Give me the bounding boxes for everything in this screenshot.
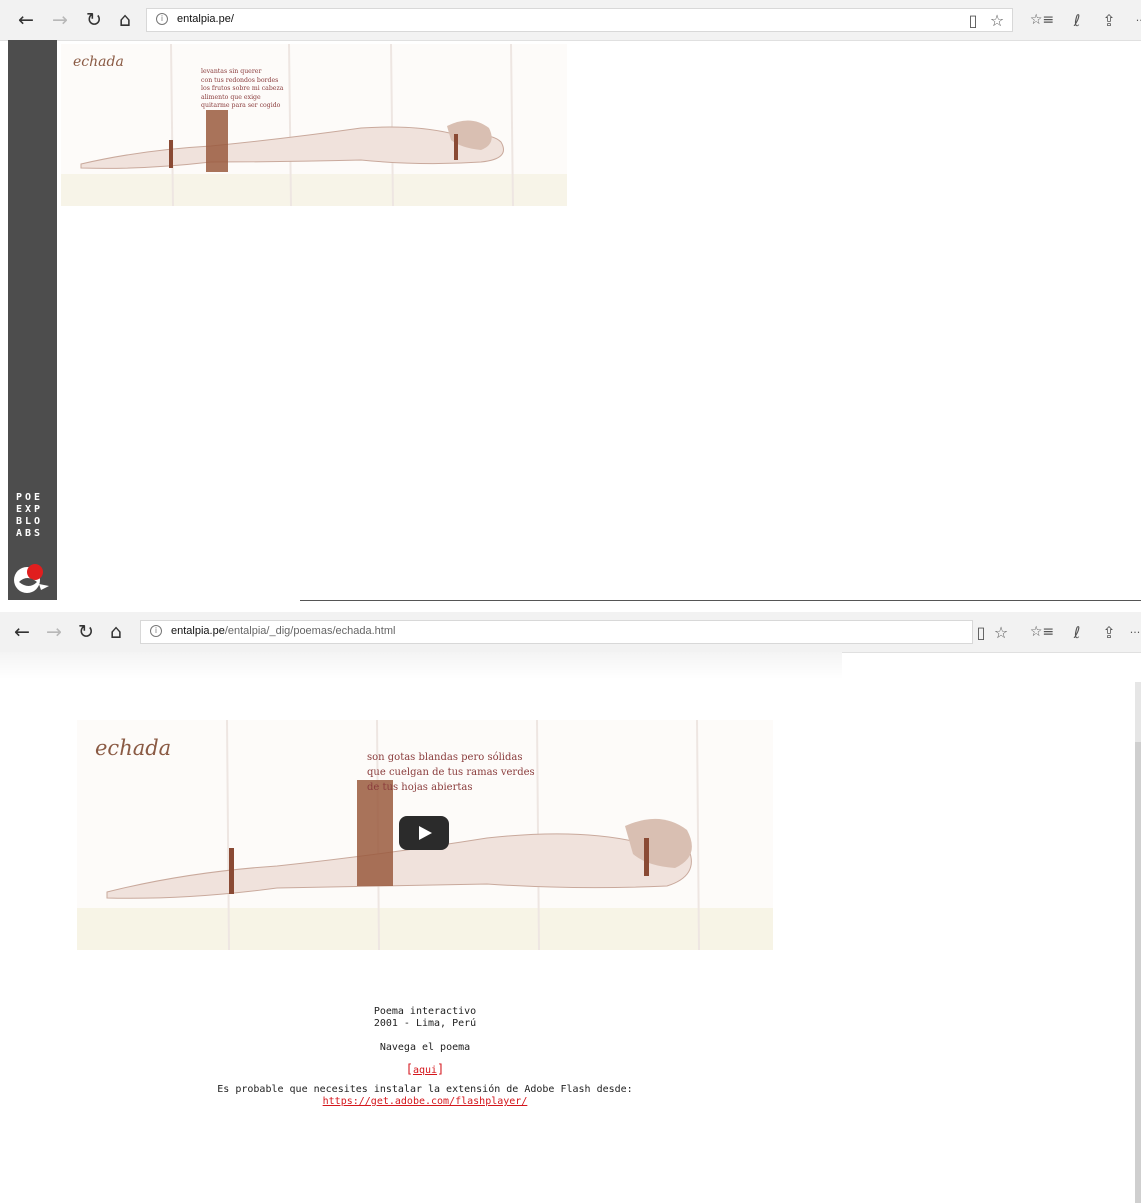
- favorites-hub-icon: ☆≡: [1029, 12, 1055, 28]
- flash-download-link[interactable]: https://get.adobe.com/flashplayer/: [323, 1096, 528, 1107]
- browser-window-bottom: ← → ↻ ⌂ i entalpia.pe/entalpia/_dig/poem…: [0, 612, 1141, 1203]
- site-info-icon[interactable]: i: [156, 13, 168, 25]
- web-note-button[interactable]: ℓ: [1066, 621, 1088, 643]
- banner-title: echada: [95, 736, 172, 760]
- wordmark-line: ABS: [16, 528, 44, 539]
- poem-line: con tus redondos bordes: [201, 76, 279, 84]
- reading-view-button[interactable]: ▯: [962, 9, 984, 31]
- reading-view-button[interactable]: ▯: [970, 621, 992, 643]
- poem-banner-video[interactable]: echada son gotas blandas pero sólidas qu…: [77, 720, 773, 950]
- screenshot-divider: [0, 600, 1141, 612]
- poem-line: alimento que exige: [201, 93, 261, 101]
- poem-line: son gotas blandas pero sólidas: [367, 752, 523, 763]
- wordmark-line: EXP: [16, 504, 44, 515]
- url-host: entalpia.pe/: [177, 13, 234, 25]
- wordmark-line: BLO: [16, 516, 44, 527]
- more-button[interactable]: ···: [1130, 9, 1141, 31]
- share-icon: ⇪: [1102, 10, 1116, 30]
- pen-icon: ℓ: [1073, 622, 1081, 642]
- poem-line: quitarme para ser cogido: [201, 102, 281, 110]
- star-icon: ☆: [989, 10, 1005, 30]
- back-arrow-icon: ←: [18, 9, 34, 31]
- refresh-icon: ↻: [86, 9, 102, 31]
- address-bar[interactable]: i entalpia.pe/: [146, 8, 1013, 32]
- address-url[interactable]: entalpia.pe/entalpia/_dig/poemas/echada.…: [171, 625, 395, 637]
- bracket-close: ]: [437, 1062, 445, 1076]
- more-icon: ···: [1129, 625, 1141, 639]
- favorites-hub-button[interactable]: ☆≡: [1028, 9, 1056, 31]
- share-button[interactable]: ⇪: [1098, 9, 1120, 31]
- reading-view-icon: ▯: [976, 622, 986, 642]
- forward-arrow-icon: →: [46, 621, 62, 643]
- play-button[interactable]: [399, 816, 449, 850]
- poem-info: Poema interactivo 2001 - Lima, Perú: [0, 1006, 850, 1030]
- url-path: /entalpia/_dig/poemas/echada.html: [224, 625, 396, 637]
- browser-toolbar: ← → ↻ ⌂ i entalpia.pe/ ▯ ☆ ☆≡ ℓ ⇪ ···: [0, 0, 1141, 41]
- here-link-row: [aqui]: [0, 1063, 850, 1077]
- info-line-date: 2001 - Lima, Perú: [373, 1018, 477, 1029]
- back-button[interactable]: ←: [12, 6, 40, 34]
- favorite-button[interactable]: ☆: [986, 9, 1008, 31]
- navigate-label: Navega el poema: [379, 1042, 471, 1053]
- poem-line: que cuelgan de tus ramas verdes: [367, 767, 535, 778]
- address-url[interactable]: entalpia.pe/: [177, 13, 234, 25]
- favorites-hub-icon: ☆≡: [1029, 624, 1055, 640]
- refresh-button[interactable]: ↻: [72, 618, 100, 646]
- info-line-title: Poema interactivo: [373, 1006, 477, 1017]
- home-icon: ⌂: [109, 621, 123, 643]
- refresh-icon: ↻: [78, 621, 94, 643]
- more-icon: ···: [1135, 13, 1141, 27]
- site-logo-icon[interactable]: [11, 560, 51, 596]
- back-button[interactable]: ←: [8, 618, 36, 646]
- reclining-figure-illustration: [61, 44, 567, 206]
- flash-note: Es probable que necesites instalar la ex…: [0, 1084, 850, 1108]
- forward-arrow-icon: →: [52, 9, 68, 31]
- site-info-icon[interactable]: i: [150, 625, 162, 637]
- browser-toolbar: ← → ↻ ⌂ i entalpia.pe/entalpia/_dig/poem…: [0, 612, 1141, 653]
- web-note-button[interactable]: ℓ: [1066, 9, 1088, 31]
- url-host: entalpia.pe: [171, 625, 225, 637]
- bracket-open: [: [405, 1062, 413, 1076]
- banner-title: echada: [73, 54, 124, 70]
- site-wordmark[interactable]: POE EXP BLO ABS: [16, 492, 56, 540]
- back-arrow-icon: ←: [14, 621, 30, 643]
- wordmark-line: POE: [16, 492, 44, 503]
- pen-icon: ℓ: [1073, 10, 1081, 30]
- here-link[interactable]: aqui: [413, 1065, 437, 1076]
- reading-view-icon: ▯: [968, 10, 978, 30]
- poem-line: de tus hojas abiertas: [367, 782, 473, 793]
- home-icon: ⌂: [118, 9, 132, 31]
- forward-button[interactable]: →: [40, 618, 68, 646]
- scrollbar-thumb[interactable]: [1135, 742, 1141, 1203]
- home-button[interactable]: ⌂: [111, 6, 139, 34]
- share-icon: ⇪: [1102, 622, 1116, 642]
- page-header-shade: [0, 652, 842, 679]
- forward-button[interactable]: →: [46, 6, 74, 34]
- poem-text: son gotas blandas pero sólidas que cuelg…: [367, 750, 535, 795]
- flash-note-text: Es probable que necesites instalar la ex…: [217, 1084, 633, 1095]
- share-button[interactable]: ⇪: [1098, 621, 1120, 643]
- favorites-hub-button[interactable]: ☆≡: [1028, 621, 1056, 643]
- sidebar: POE EXP BLO ABS: [8, 40, 57, 600]
- poem-banner-image[interactable]: echada levantas sin querer con tus redon…: [61, 44, 567, 206]
- more-button[interactable]: ···: [1124, 621, 1141, 643]
- star-icon: ☆: [993, 622, 1009, 642]
- favorite-button[interactable]: ☆: [990, 621, 1012, 643]
- poem-line: levantas sin querer: [201, 68, 262, 75]
- page-scrollbar[interactable]: [1135, 682, 1141, 1203]
- poem-text: levantas sin querer con tus redondos bor…: [201, 68, 283, 111]
- poem-line: los frutos sobre mi cabeza: [201, 85, 284, 93]
- refresh-button[interactable]: ↻: [80, 6, 108, 34]
- address-bar[interactable]: i entalpia.pe/entalpia/_dig/poemas/echad…: [140, 620, 973, 644]
- home-button[interactable]: ⌂: [102, 618, 130, 646]
- browser-window-top: ← → ↻ ⌂ i entalpia.pe/ ▯ ☆ ☆≡ ℓ ⇪ ··· PO…: [0, 0, 1141, 600]
